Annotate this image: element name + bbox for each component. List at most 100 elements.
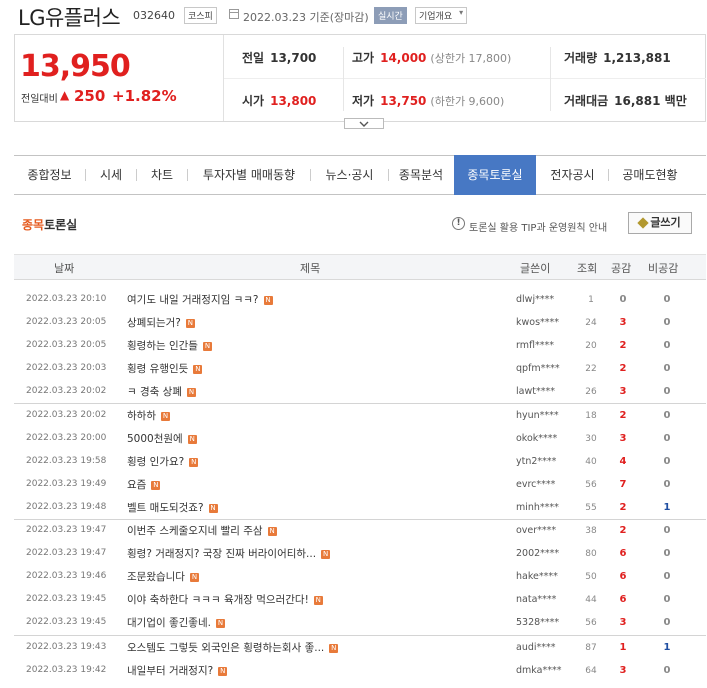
corp-info-dropdown[interactable]: 기업개요 ▾ xyxy=(415,7,468,24)
post-title[interactable]: 횡령하는 인간들 N xyxy=(127,338,212,353)
stock-header: LG유플러스 032640 코스피 2022.03.23 기준(장마감) 실시간… xyxy=(0,0,707,34)
post-date: 2022.03.23 20:02 xyxy=(26,386,107,396)
post-up: 2 xyxy=(619,363,627,374)
tab-analysis[interactable]: 종목분석 xyxy=(389,156,453,194)
post-title-text[interactable]: 5000천원에 xyxy=(127,433,183,445)
post-title[interactable]: 5000천원에 N xyxy=(127,431,197,446)
post-title-text[interactable]: 횡령 유행인듯 xyxy=(127,363,188,375)
up-triangle-icon: ▲ xyxy=(60,88,70,102)
tab-discussion[interactable]: 종목토론실 xyxy=(454,155,536,195)
post-title[interactable]: 이번주 스케줄오지네 빨리 주삼 N xyxy=(127,523,277,538)
tab-disclosure[interactable]: 전자공시 xyxy=(537,156,608,194)
post-title-text[interactable]: 횡령하는 인간들 xyxy=(127,340,198,352)
column-date: 날짜 xyxy=(54,262,75,275)
post-title-text[interactable]: 상폐되는거? xyxy=(127,317,181,329)
corp-info-label: 기업개요 xyxy=(419,12,453,22)
write-button[interactable]: 글쓰기 xyxy=(628,212,692,234)
post-down: 0 xyxy=(663,525,671,536)
column-up: 공감 xyxy=(611,262,632,275)
post-title[interactable]: 요즘 N xyxy=(127,477,161,492)
post-title[interactable]: 내일부터 거래정지? N xyxy=(127,663,228,678)
post-title[interactable]: 이야 축하한다 ㅋㅋㅋ 육개장 먹으러간다! N xyxy=(127,592,323,607)
post-title-text[interactable]: 내일부터 거래정지? xyxy=(127,665,213,677)
post-title[interactable]: 대기업이 좋긴좋네. N xyxy=(127,615,225,630)
table-row: 2022.03.23 19:45 대기업이 좋긴좋네. N 5328**** 56… xyxy=(14,611,706,634)
current-price: 13,950 xyxy=(20,49,131,84)
open-price: 시가 13,800 xyxy=(242,92,316,109)
tab-overview[interactable]: 종합정보 xyxy=(14,156,85,194)
post-title-text[interactable]: 이야 축하한다 ㅋㅋㅋ 육개장 먹으러간다! xyxy=(127,594,309,606)
column-title: 제목 xyxy=(300,262,321,275)
post-title[interactable]: ㅋ 경축 상폐 N xyxy=(127,384,196,399)
post-up: 3 xyxy=(619,617,627,628)
table-row: 2022.03.23 20:05 상폐되는거? N kwos**** 24 3 0 xyxy=(14,311,706,334)
post-title[interactable]: 벨트 매도되것죠? N xyxy=(127,500,218,515)
post-title[interactable]: 조문왔습니다 N xyxy=(127,569,199,584)
upper-limit: (상한가 17,800) xyxy=(430,52,512,65)
tab-short-selling[interactable]: 공매도현황 xyxy=(609,156,691,194)
new-badge: N xyxy=(193,365,203,374)
post-date: 2022.03.23 19:48 xyxy=(26,502,107,512)
post-title-text[interactable]: 이번주 스케줄오지네 빨리 주삼 xyxy=(127,525,263,537)
company-name[interactable]: LG유플러스 xyxy=(18,2,121,32)
post-up: 3 xyxy=(619,665,627,676)
post-title[interactable]: 오스템도 그렇듯 외국인은 횡령하는회사 좋... N xyxy=(127,640,339,655)
tab-quotes[interactable]: 시세 xyxy=(86,156,136,194)
post-title-text[interactable]: 오스템도 그렇듯 외국인은 횡령하는회사 좋... xyxy=(127,642,324,654)
post-up: 2 xyxy=(619,340,627,351)
post-title-text[interactable]: 요즘 xyxy=(127,479,146,491)
realtime-button[interactable]: 실시간 xyxy=(374,7,407,24)
post-title-text[interactable]: 횡령? 거래정지? 국장 진짜 버라이어티하... xyxy=(127,548,316,560)
post-title[interactable]: 하하하 N xyxy=(127,408,170,423)
post-title-text[interactable]: 대기업이 좋긴좋네. xyxy=(127,617,211,629)
new-badge: N xyxy=(208,504,218,513)
post-title[interactable]: 상폐되는거? N xyxy=(127,315,195,330)
post-title-text[interactable]: ㅋ 경축 상폐 xyxy=(127,386,182,398)
new-badge: N xyxy=(263,296,273,305)
post-author: rmfl**** xyxy=(516,340,554,351)
post-views: 30 xyxy=(585,434,597,444)
post-title[interactable]: 횡령? 거래정지? 국장 진짜 버라이어티하... N xyxy=(127,546,331,561)
board-title-highlight: 종목 xyxy=(22,218,45,232)
trade-amount: 거래대금 16,881 백만 xyxy=(564,92,687,109)
post-up: 2 xyxy=(619,410,627,421)
post-down: 0 xyxy=(663,317,671,328)
tab-chart[interactable]: 차트 xyxy=(137,156,187,194)
tip-link[interactable]: 토론실 활용 TIP과 운영원칙 안내 xyxy=(469,219,607,234)
column-views: 조회 xyxy=(577,262,598,275)
post-title-text[interactable]: 횡령 인가요? xyxy=(127,456,184,468)
stock-code: 032640 xyxy=(133,9,175,22)
post-title-text[interactable]: 조문왔습니다 xyxy=(127,571,185,583)
post-title[interactable]: 여기도 내일 거래정지임 ㅋㅋ? N xyxy=(127,292,273,307)
post-down: 1 xyxy=(663,502,671,513)
post-views: 20 xyxy=(585,341,597,351)
post-author: dlwj**** xyxy=(516,294,555,305)
post-date: 2022.03.23 19:46 xyxy=(26,571,107,581)
table-row: 2022.03.23 20:02 ㅋ 경축 상폐 N lawt**** 26 3 … xyxy=(14,380,706,403)
post-views: 55 xyxy=(585,503,597,513)
post-author: minh**** xyxy=(516,502,559,513)
divider xyxy=(550,47,551,111)
post-up: 2 xyxy=(619,525,627,536)
post-title-text[interactable]: 벨트 매도되것죠? xyxy=(127,502,204,514)
change-percent: +1.82% xyxy=(112,87,177,105)
table-row: 2022.03.23 20:00 5000천원에 N okok**** 30 3 … xyxy=(14,427,706,450)
post-title-text[interactable]: 여기도 내일 거래정지임 ㅋㅋ? xyxy=(127,294,259,306)
new-badge: N xyxy=(151,481,161,490)
post-date: 2022.03.23 20:05 xyxy=(26,317,107,327)
open-label: 시가 xyxy=(242,94,265,108)
post-title[interactable]: 횡령 유행인듯 N xyxy=(127,361,203,376)
post-up: 6 xyxy=(619,548,627,559)
open-value: 13,800 xyxy=(270,94,317,108)
tab-investor-trends[interactable]: 투자자별 매매동향 xyxy=(188,156,310,194)
new-badge: N xyxy=(189,458,199,467)
new-badge: N xyxy=(186,388,196,397)
tab-news[interactable]: 뉴스·공시 xyxy=(311,156,388,194)
post-down: 0 xyxy=(663,410,671,421)
market-badge: 코스피 xyxy=(184,7,217,24)
post-views: 26 xyxy=(585,387,597,397)
change-label: 전일대비 xyxy=(21,94,58,105)
post-title-text[interactable]: 하하하 xyxy=(127,410,156,422)
expand-button[interactable] xyxy=(344,118,384,129)
post-title[interactable]: 횡령 인가요? N xyxy=(127,454,199,469)
